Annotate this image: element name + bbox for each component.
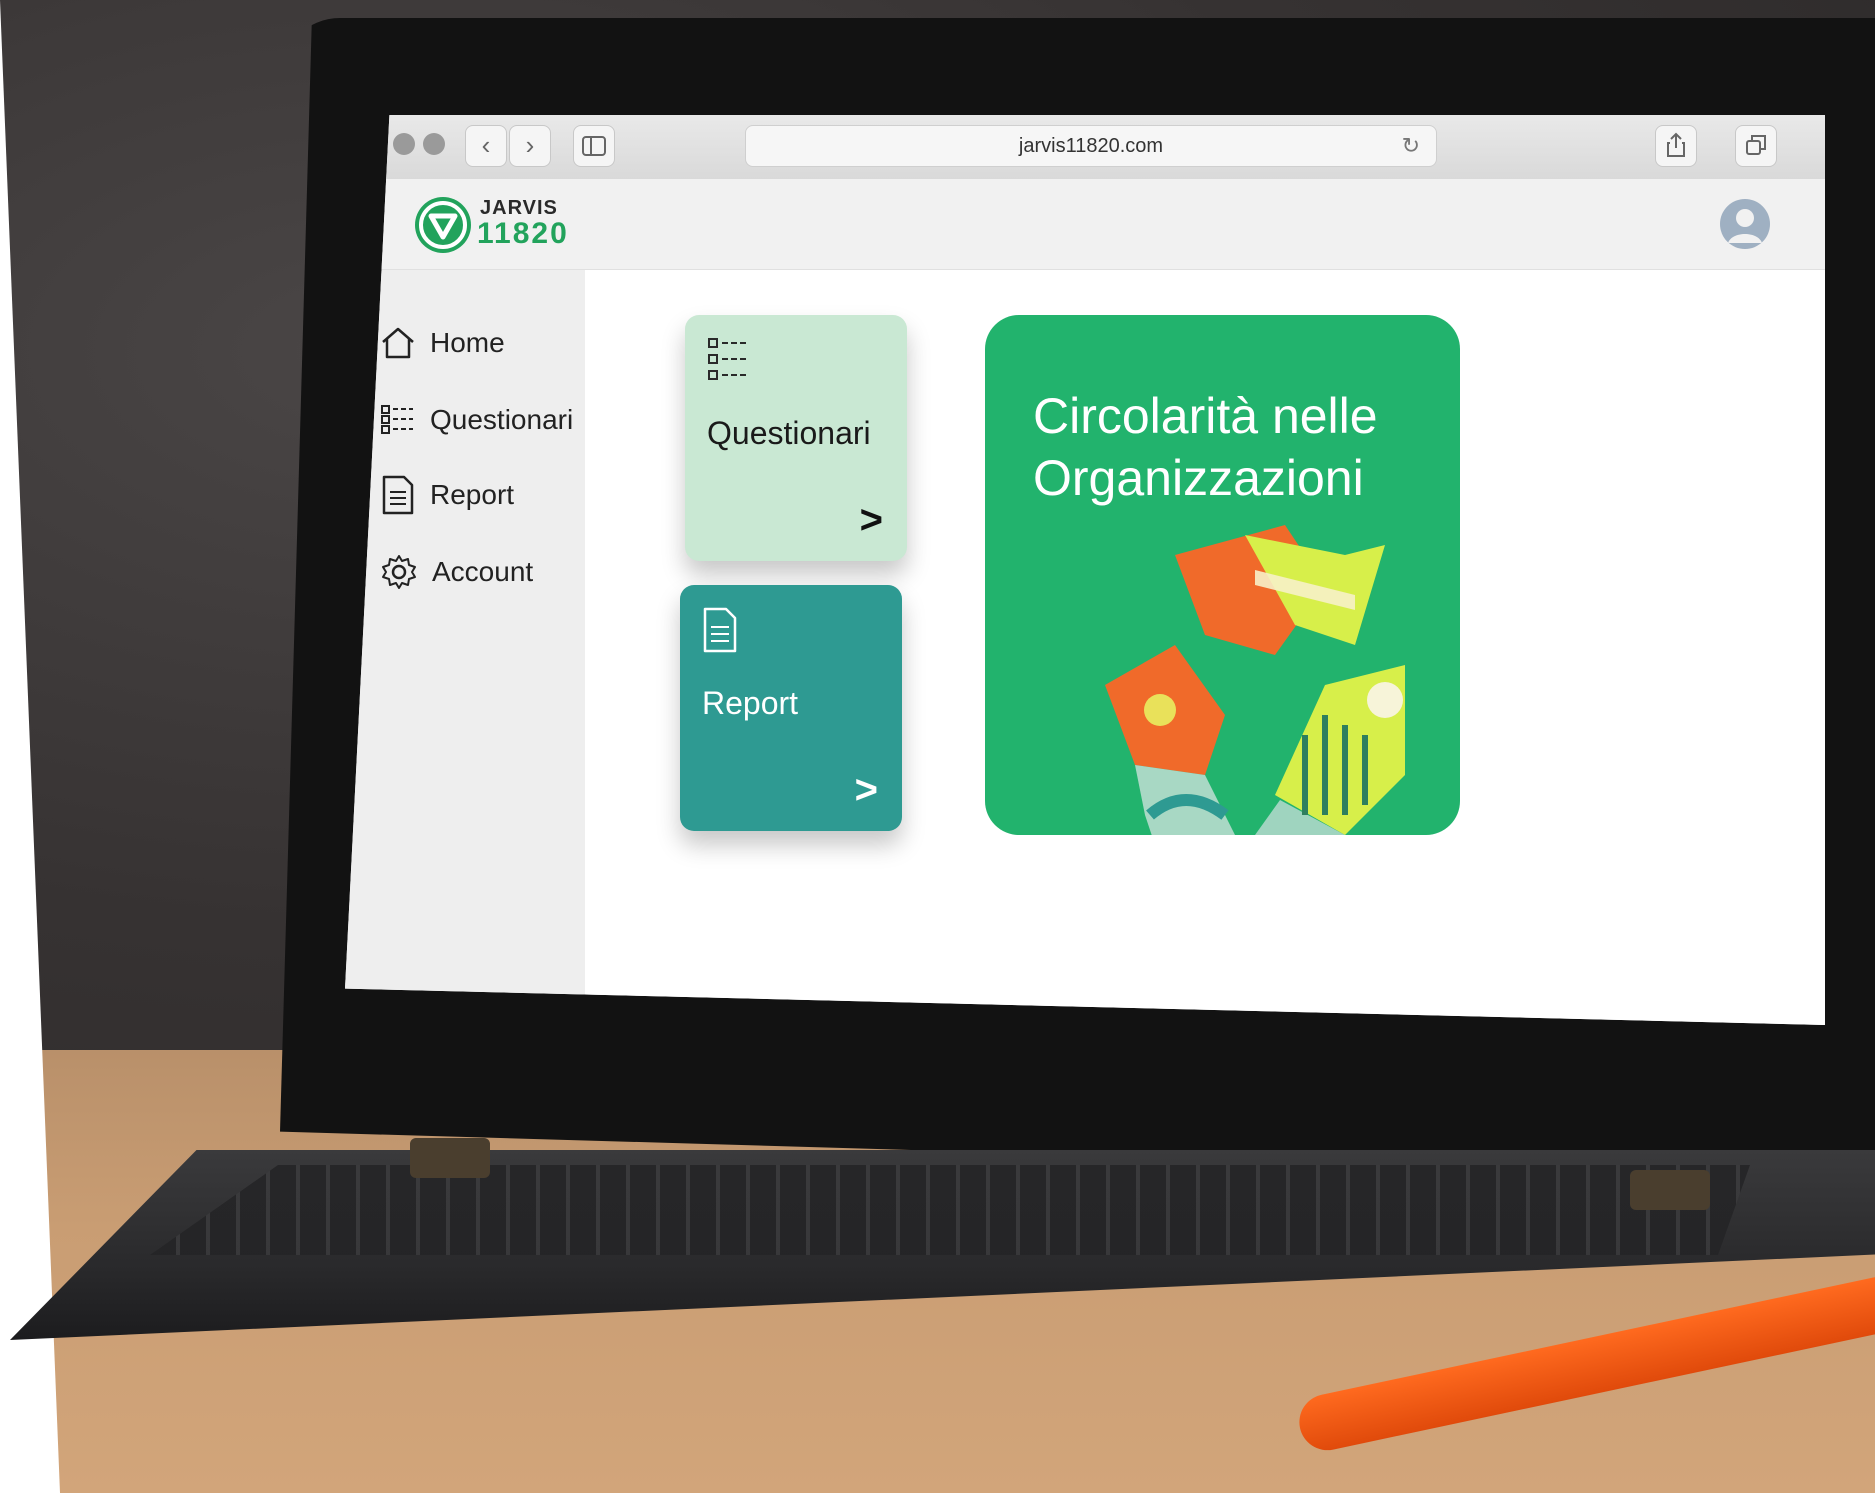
share-icon — [1667, 132, 1685, 157]
report-card-title: Report — [702, 685, 799, 721]
laptop-hinge-left — [410, 1138, 490, 1178]
reload-icon[interactable]: ↻ — [1402, 126, 1420, 166]
banner-title-line-2: Organizzazioni — [1033, 450, 1364, 506]
questionari-card-title: Questionari — [707, 415, 871, 451]
laptop-hinge-right — [1630, 1170, 1710, 1210]
gear-icon — [382, 555, 416, 589]
share-button[interactable] — [1655, 125, 1697, 167]
forward-button[interactable]: › — [509, 125, 551, 167]
sidebar-item-label: Account — [432, 556, 534, 587]
logo-icon[interactable] — [415, 197, 471, 253]
questionari-card[interactable]: Questionari > — [685, 315, 907, 561]
sidebar: Home Questionari Report Account — [345, 270, 585, 1025]
sidebar-item-questionari[interactable]: Questionari — [380, 395, 573, 445]
tabs-button[interactable] — [1735, 125, 1777, 167]
circularity-banner[interactable]: Circolarità nelle Organizzazioni — [985, 315, 1460, 835]
sidebar-toggle-button[interactable] — [573, 125, 615, 167]
laptop-keyboard — [150, 1165, 1750, 1255]
app-header: JARVIS 11820 — [345, 179, 1825, 270]
user-icon — [1728, 209, 1762, 243]
sidebar-item-label: Questionari — [430, 404, 574, 435]
sidebar-item-report[interactable]: Report — [380, 470, 514, 520]
window-minimize-icon[interactable] — [393, 133, 415, 155]
main-content: Questionari > Report > Circolarità nelle… — [585, 270, 1825, 1025]
window-zoom-icon[interactable] — [423, 133, 445, 155]
sidebar-item-account[interactable]: Account — [380, 547, 533, 597]
user-avatar[interactable] — [1720, 199, 1770, 249]
home-icon — [382, 327, 414, 359]
logo-text-bottom: 11820 — [477, 217, 569, 250]
sidebar-item-label: Report — [430, 479, 515, 510]
report-card[interactable]: Report > — [680, 585, 902, 831]
address-bar[interactable]: jarvis11820.com ↻ — [745, 125, 1437, 167]
chevron-right-icon[interactable]: > — [860, 498, 883, 543]
banner-title: Circolarità nelle Organizzazioni — [1033, 385, 1453, 509]
tabs-icon — [1746, 135, 1766, 155]
back-button[interactable]: ‹ — [465, 125, 507, 167]
sidebar-toggle-icon — [582, 136, 606, 156]
document-icon — [382, 475, 414, 515]
browser-toolbar: ‹ › jarvis11820.com ↻ — [345, 115, 1825, 180]
checklist-icon — [708, 338, 747, 380]
checklist-icon — [381, 405, 413, 434]
recycle-illustration — [1105, 525, 1405, 835]
banner-title-line-1: Circolarità nelle — [1033, 388, 1378, 444]
document-icon — [703, 607, 737, 653]
laptop-screen: ‹ › jarvis11820.com ↻ JARVIS 11820 Home … — [345, 115, 1825, 1025]
url-text: jarvis11820.com — [1018, 135, 1164, 157]
chevron-right-icon[interactable]: > — [855, 768, 878, 813]
sidebar-item-home[interactable]: Home — [380, 318, 505, 368]
sidebar-item-label: Home — [430, 327, 505, 358]
